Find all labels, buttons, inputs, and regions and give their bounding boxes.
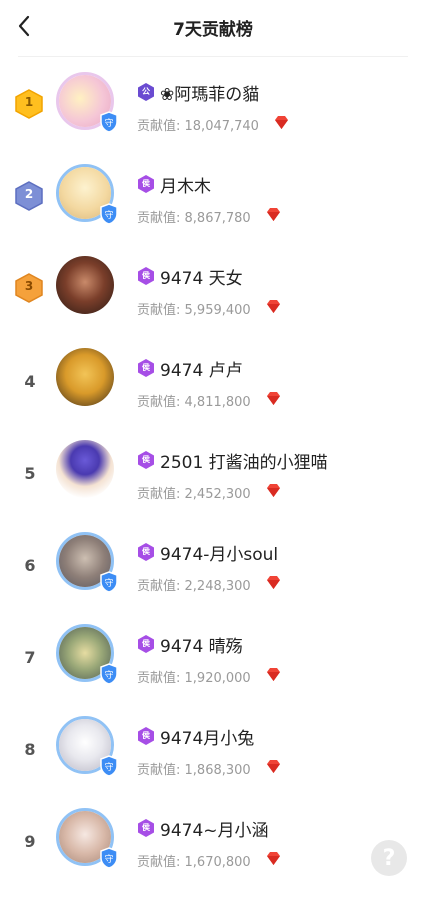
gem-icon: [267, 392, 280, 405]
contribution-value: 贡献值: 2,248,300: [137, 579, 251, 594]
ranking-row[interactable]: 7 守 侯 9474 晴殇 贡献值: 1,920,000: [0, 624, 426, 716]
svg-text:守: 守: [104, 117, 113, 129]
ranking-row[interactable]: 8 守 侯 9474月小兔 贡献值: 1,868,300: [0, 716, 426, 808]
ranking-row[interactable]: 1 守 公 ❀阿瑪菲の貓 贡献值: 18,047,740: [0, 72, 426, 164]
svg-text:守: 守: [104, 577, 113, 589]
ranking-row[interactable]: 2 守 侯 月木木 贡献值: 8,867,780: [0, 164, 426, 256]
level-badge: 侯: [137, 359, 155, 377]
avatar[interactable]: 守: [56, 532, 118, 593]
gold-rank-badge: 1: [14, 89, 44, 119]
guard-badge-icon: 守: [100, 847, 118, 869]
avatar[interactable]: [56, 440, 114, 498]
rank-number: 8: [24, 740, 36, 759]
user-name: 月木木: [160, 177, 211, 197]
gem-icon: [267, 300, 280, 313]
user-name: 9474 晴殇: [160, 637, 243, 657]
header-divider: [18, 56, 408, 57]
avatar[interactable]: [56, 348, 114, 406]
rank-number: 4: [24, 372, 36, 391]
svg-text:守: 守: [104, 669, 113, 681]
user-name: 9474 卢卢: [160, 361, 243, 381]
user-name: 9474月小兔: [160, 729, 255, 749]
contribution-value: 贡献值: 8,867,780: [137, 211, 251, 226]
help-button[interactable]: ?: [371, 840, 407, 876]
contribution-value: 贡献值: 1,868,300: [137, 763, 251, 778]
svg-text:守: 守: [104, 853, 113, 865]
ranking-row[interactable]: 6 守 侯 9474-月小soul 贡献值: 2,248,300: [0, 532, 426, 624]
level-badge: 侯: [137, 267, 155, 285]
level-badge: 侯: [137, 543, 155, 561]
rank-number: 7: [24, 648, 36, 667]
level-badge: 侯: [137, 727, 155, 745]
contribution-value: 贡献值: 1,670,800: [137, 855, 251, 870]
user-name: 9474~月小涵: [160, 821, 269, 841]
ranking-row[interactable]: 9 守 侯 9474~月小涵 贡献值: 1,670,800: [0, 808, 426, 900]
gem-icon: [267, 668, 280, 681]
ranking-row[interactable]: 5 侯 2501 打酱油的小狸喵 贡献值: 2,452,300: [0, 440, 426, 532]
gem-icon: [267, 576, 280, 589]
user-name: 9474 天女: [160, 269, 243, 289]
guard-badge-icon: 守: [100, 571, 118, 593]
page-title: 7天贡献榜: [173, 20, 253, 40]
level-badge: 公: [137, 83, 155, 101]
guard-badge-icon: 守: [100, 111, 118, 133]
gem-icon: [267, 208, 280, 221]
user-name: ❀阿瑪菲の貓: [160, 85, 260, 105]
rank-number: 5: [24, 464, 36, 483]
contribution-value: 贡献值: 5,959,400: [137, 303, 251, 318]
rank-number: 6: [24, 556, 36, 575]
gem-icon: [267, 760, 280, 773]
user-name: 9474-月小soul: [160, 545, 279, 565]
avatar[interactable]: [56, 256, 114, 314]
svg-text:守: 守: [104, 209, 113, 221]
avatar[interactable]: 守: [56, 808, 118, 869]
user-name: 2501 打酱油的小狸喵: [160, 453, 328, 473]
guard-badge-icon: 守: [100, 755, 118, 777]
guard-badge-icon: 守: [100, 203, 118, 225]
rank-number: 9: [24, 832, 36, 851]
ranking-row[interactable]: 3 侯 9474 天女 贡献值: 5,959,400: [0, 256, 426, 348]
level-badge: 侯: [137, 635, 155, 653]
level-badge: 侯: [137, 175, 155, 193]
ranking-row[interactable]: 4 侯 9474 卢卢 贡献值: 4,811,800: [0, 348, 426, 440]
header: 7天贡献榜: [0, 0, 426, 56]
avatar[interactable]: 守: [56, 716, 118, 777]
avatar[interactable]: 守: [56, 164, 118, 225]
gem-icon: [267, 852, 280, 865]
question-mark-icon: ?: [382, 846, 396, 871]
silver-rank-badge: 2: [14, 181, 44, 211]
avatar[interactable]: 守: [56, 624, 118, 685]
contribution-value: 贡献值: 2,452,300: [137, 487, 251, 502]
guard-badge-icon: 守: [100, 663, 118, 685]
bronze-rank-badge: 3: [14, 273, 44, 303]
avatar[interactable]: 守: [56, 72, 118, 133]
gem-icon: [267, 484, 280, 497]
level-badge: 侯: [137, 451, 155, 469]
contribution-value: 贡献值: 4,811,800: [137, 395, 251, 410]
gem-icon: [275, 116, 288, 129]
level-badge: 侯: [137, 819, 155, 837]
contribution-value: 贡献值: 1,920,000: [137, 671, 251, 686]
svg-text:守: 守: [104, 761, 113, 773]
contribution-value: 贡献值: 18,047,740: [137, 119, 259, 134]
